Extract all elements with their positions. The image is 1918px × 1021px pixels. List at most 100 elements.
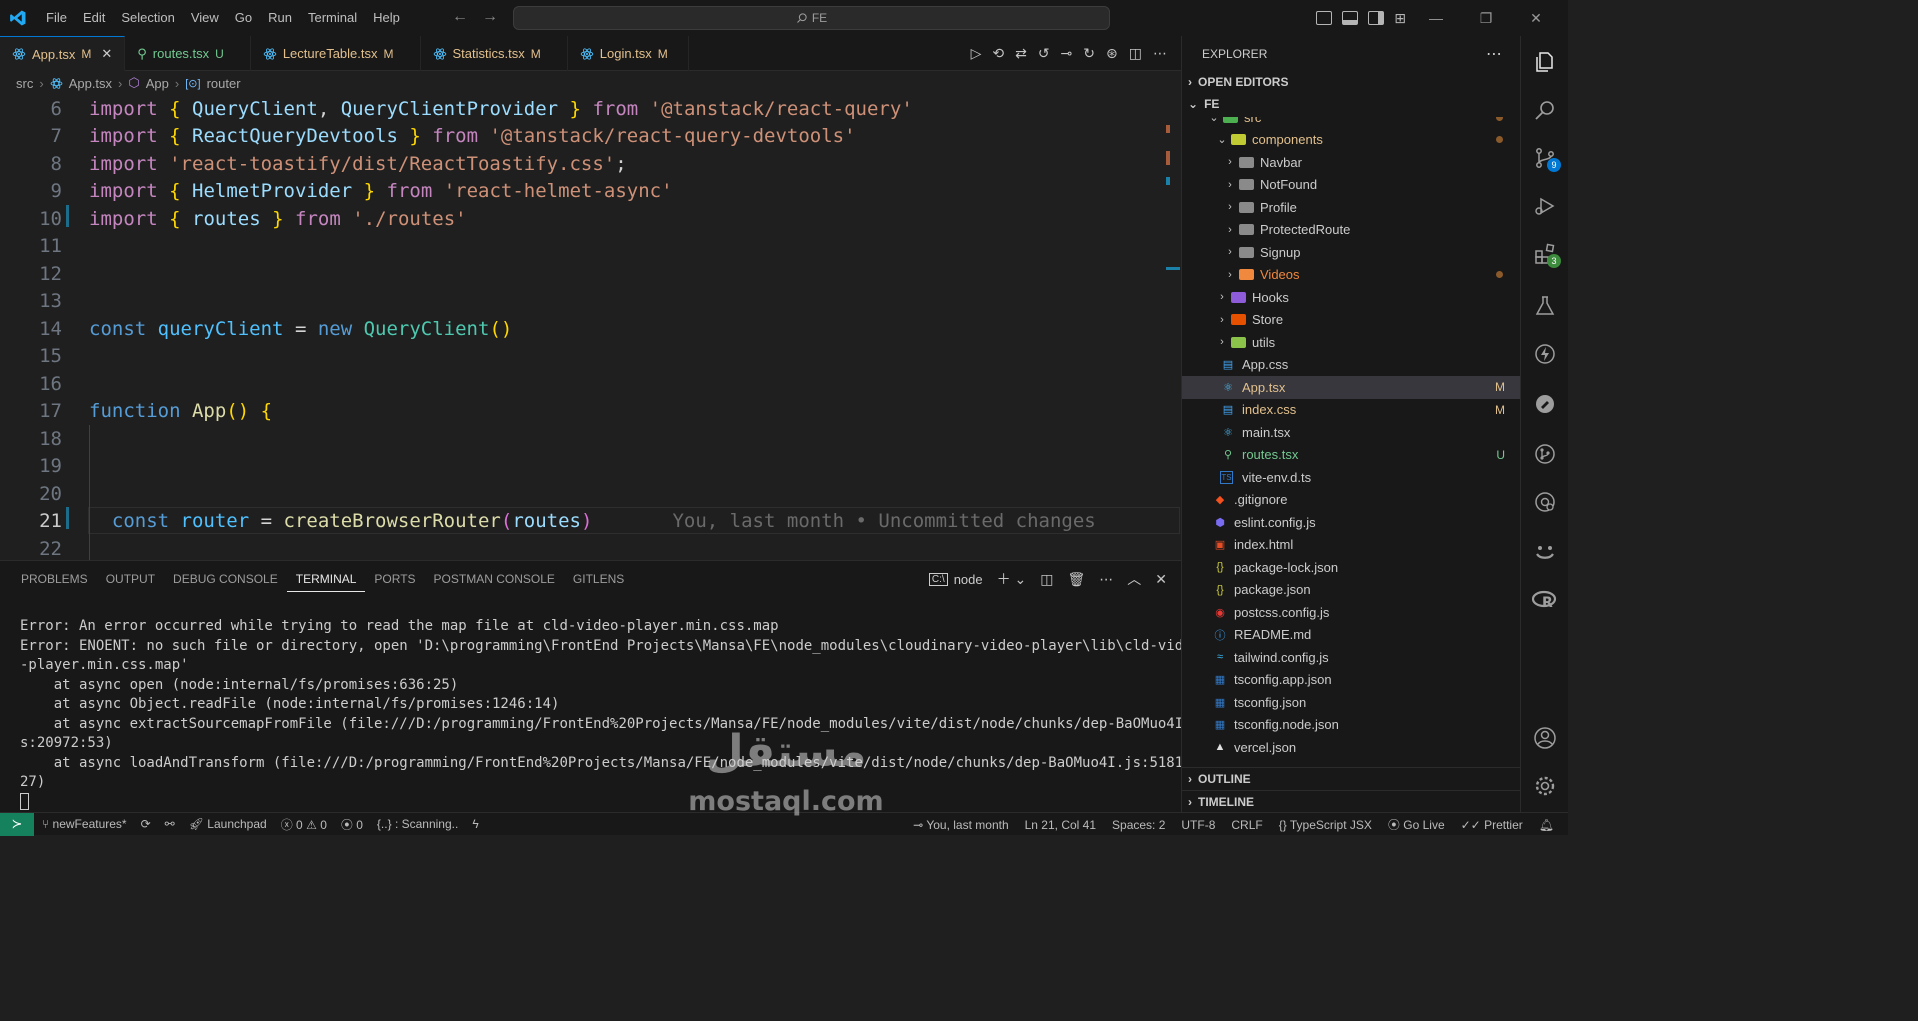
menu-item-terminal[interactable]: Terminal: [300, 0, 365, 36]
indentation[interactable]: Spaces: 2: [1112, 818, 1165, 832]
file-tsconfig-node-json[interactable]: ▦ tsconfig.node.json: [1182, 714, 1521, 737]
panel-tab-terminal[interactable]: TERMINAL: [286, 566, 366, 592]
testing-activity-icon[interactable]: [1521, 282, 1569, 330]
breadcrumb-variable[interactable]: router: [207, 76, 241, 91]
command-center[interactable]: FE: [513, 6, 1110, 30]
folder-navbar[interactable]: › Navbar: [1182, 151, 1521, 174]
open-editors-section[interactable]: › OPEN EDITORS: [1182, 71, 1520, 93]
file-main-tsx[interactable]: ⚛ main.tsx: [1182, 421, 1521, 444]
workspace-root-section[interactable]: ⌄ FE: [1182, 93, 1520, 115]
toggle-primary-sidebar-icon[interactable]: [1316, 11, 1333, 25]
close-panel-icon[interactable]: ✕: [1155, 571, 1167, 588]
file-eslint-config-js[interactable]: ⬢ eslint.config.js: [1182, 511, 1521, 534]
tab-app-tsx[interactable]: App.tsx M ✕: [0, 36, 126, 71]
new-terminal-icon[interactable]: ＋ ⌄: [997, 569, 1027, 589]
panel-tab-output[interactable]: OUTPUT: [97, 561, 164, 597]
problems-indicator[interactable]: ⓧ 0 ⚠ 0: [281, 816, 327, 833]
encoding[interactable]: UTF-8: [1181, 818, 1215, 832]
menu-item-help[interactable]: Help: [365, 0, 408, 36]
folder-components[interactable]: ⌄ components: [1182, 129, 1521, 152]
timeline-section[interactable]: › TIMELINE: [1182, 790, 1521, 812]
tab-login-tsx[interactable]: Login.tsx M: [568, 36, 689, 71]
menu-item-selection[interactable]: Selection: [113, 0, 182, 36]
branch-indicator[interactable]: ⑂ newFeatures*: [42, 817, 127, 831]
folder-src[interactable]: ⌄ src: [1182, 117, 1521, 129]
prettier-status[interactable]: ✓✓ Prettier: [1461, 818, 1523, 832]
forward-arrow-icon[interactable]: →: [482, 8, 498, 26]
lightning-icon[interactable]: ϟ: [472, 817, 478, 831]
toggle-panel-icon[interactable]: [1342, 11, 1359, 25]
run-debug-activity-icon[interactable]: [1521, 182, 1569, 230]
notifications-bell-icon[interactable]: 🔔︎: [1539, 818, 1554, 832]
close-window-icon[interactable]: ✕: [1516, 10, 1556, 27]
extensions-activity-icon[interactable]: 3: [1521, 230, 1569, 278]
live-share-activity-icon[interactable]: [1521, 528, 1569, 576]
thunder-client-activity-icon[interactable]: [1521, 330, 1569, 378]
back-arrow-icon[interactable]: ←: [452, 8, 468, 26]
terminal-selector[interactable]: C:\ node: [928, 572, 983, 587]
accounts-activity-icon[interactable]: [1521, 714, 1569, 762]
gitlens-inspect-activity-icon[interactable]: [1521, 478, 1569, 526]
gitlens-activity-icon[interactable]: [1521, 430, 1569, 478]
manage-gear-icon[interactable]: [1521, 762, 1569, 810]
remote-indicator-icon[interactable]: ≻: [0, 812, 34, 836]
split-editor-icon[interactable]: ◫: [1129, 45, 1142, 62]
more-actions-icon[interactable]: ⋯: [1486, 44, 1502, 64]
tab-routes-tsx[interactable]: ⚲ routes.tsx U: [125, 36, 251, 71]
terminal-output[interactable]: Error: An error occurred while trying to…: [20, 617, 1200, 812]
folder-profile[interactable]: › Profile: [1182, 196, 1521, 219]
file-vite-env-d-ts[interactable]: TS vite-env.d.ts: [1182, 466, 1521, 489]
panel-tab-debug-console[interactable]: DEBUG CONSOLE: [164, 561, 287, 597]
run-icon[interactable]: ▷: [971, 45, 982, 62]
more-actions-icon[interactable]: ⋯: [1153, 45, 1167, 62]
menu-item-go[interactable]: Go: [227, 0, 260, 36]
file-postcss-config-js[interactable]: ◉ postcss.config.js: [1182, 601, 1521, 624]
ports-indicator[interactable]: ⦿ 0: [341, 816, 363, 833]
folder-hooks[interactable]: › Hooks: [1182, 286, 1521, 309]
tab-statistics-tsx[interactable]: Statistics.tsx M: [421, 36, 568, 71]
commit-icon[interactable]: ⊸: [1061, 45, 1073, 62]
menu-item-view[interactable]: View: [183, 0, 227, 36]
search-activity-icon[interactable]: [1521, 86, 1569, 134]
menu-item-run[interactable]: Run: [260, 0, 300, 36]
file-app-tsx[interactable]: ⚛ App.tsx M: [1182, 376, 1521, 399]
split-terminal-icon[interactable]: ◫: [1040, 571, 1053, 588]
compare-changes-icon[interactable]: ⇄: [1015, 45, 1027, 62]
postman-activity-icon[interactable]: [1521, 380, 1569, 428]
file-tailwind-config-js[interactable]: ≈ tailwind.config.js: [1182, 646, 1521, 669]
file-readme-md[interactable]: ⓘ README.md: [1182, 624, 1521, 647]
go-live-button[interactable]: ⦿ Go Live: [1388, 816, 1445, 833]
restore-icon[interactable]: ❐: [1466, 10, 1506, 27]
breadcrumb-symbol[interactable]: App: [146, 76, 169, 91]
breadcrumb-src[interactable]: src: [16, 76, 33, 91]
file-package-lock-json[interactable]: {} package-lock.json: [1182, 556, 1521, 579]
source-control-activity-icon[interactable]: 9: [1521, 134, 1569, 182]
folder-notfound[interactable]: › NotFound: [1182, 174, 1521, 197]
panel-tab-ports[interactable]: PORTS: [365, 561, 424, 597]
next-change-icon[interactable]: ↻: [1083, 45, 1095, 62]
file-index-html[interactable]: ▣ index.html: [1182, 534, 1521, 557]
previous-change-icon[interactable]: ↺: [1038, 45, 1050, 62]
outline-section[interactable]: › OUTLINE: [1182, 767, 1521, 789]
gitlens-graph-icon[interactable]: ⚯: [165, 817, 175, 831]
blame-status[interactable]: ⊸ You, last month: [913, 818, 1008, 832]
customize-layout-icon[interactable]: ⊞: [1394, 10, 1406, 27]
panel-tab-postman-console[interactable]: POSTMAN CONSOLE: [425, 561, 564, 597]
folder-videos[interactable]: › Videos: [1182, 264, 1521, 287]
maximize-panel-icon[interactable]: ︿: [1127, 569, 1141, 589]
sync-icon[interactable]: ⟳: [141, 817, 151, 831]
file--gitignore[interactable]: ◆ .gitignore: [1182, 489, 1521, 512]
gitlens-icon[interactable]: ⊛: [1106, 45, 1118, 62]
r-language-activity-icon[interactable]: R: [1521, 576, 1569, 624]
git-refresh-icon[interactable]: ⟲: [992, 45, 1004, 62]
trash-icon[interactable]: 🗑︎: [1067, 571, 1085, 588]
panel-tab-problems[interactable]: PROBLEMS: [12, 561, 97, 597]
folder-store[interactable]: › Store: [1182, 309, 1521, 332]
panel-tab-gitlens[interactable]: GITLENS: [564, 561, 633, 597]
explorer-activity-icon[interactable]: [1521, 38, 1569, 86]
file-app-css[interactable]: ▤ App.css: [1182, 354, 1521, 377]
file-tsconfig-json[interactable]: ▦ tsconfig.json: [1182, 691, 1521, 714]
menu-item-file[interactable]: File: [38, 0, 75, 36]
toggle-secondary-sidebar-icon[interactable]: [1368, 11, 1385, 25]
close-tab-icon[interactable]: ✕: [101, 46, 112, 62]
